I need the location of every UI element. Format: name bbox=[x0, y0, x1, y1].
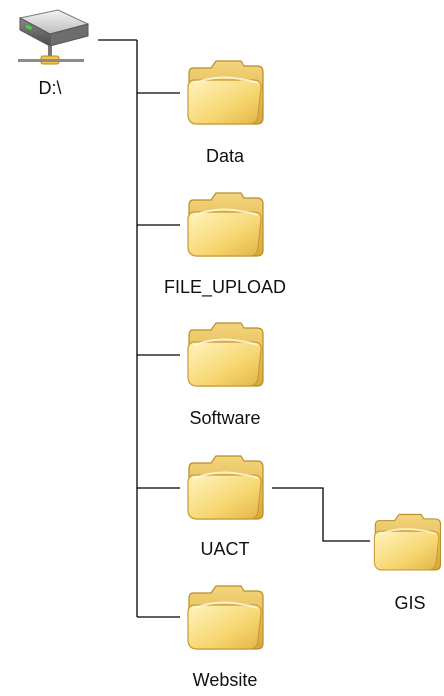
folder-icon[interactable] bbox=[183, 314, 267, 390]
folder-label-software: Software bbox=[189, 408, 261, 428]
folder-icon[interactable] bbox=[183, 447, 267, 523]
folder-label-uact: UACT bbox=[200, 539, 250, 559]
connector-gis bbox=[272, 487, 370, 542]
folder-label-gis: GIS bbox=[394, 593, 426, 613]
folder-icon[interactable] bbox=[370, 502, 444, 578]
root-label: D:\ bbox=[38, 78, 62, 98]
folder-icon[interactable] bbox=[183, 52, 267, 128]
folder-icon[interactable] bbox=[183, 577, 267, 653]
folder-label-data: Data bbox=[205, 146, 245, 166]
network-drive-icon[interactable] bbox=[8, 4, 94, 76]
folder-icon[interactable] bbox=[183, 184, 267, 260]
folder-label-file-upload: FILE_UPLOAD bbox=[163, 277, 287, 297]
folder-label-website: Website bbox=[192, 670, 258, 690]
